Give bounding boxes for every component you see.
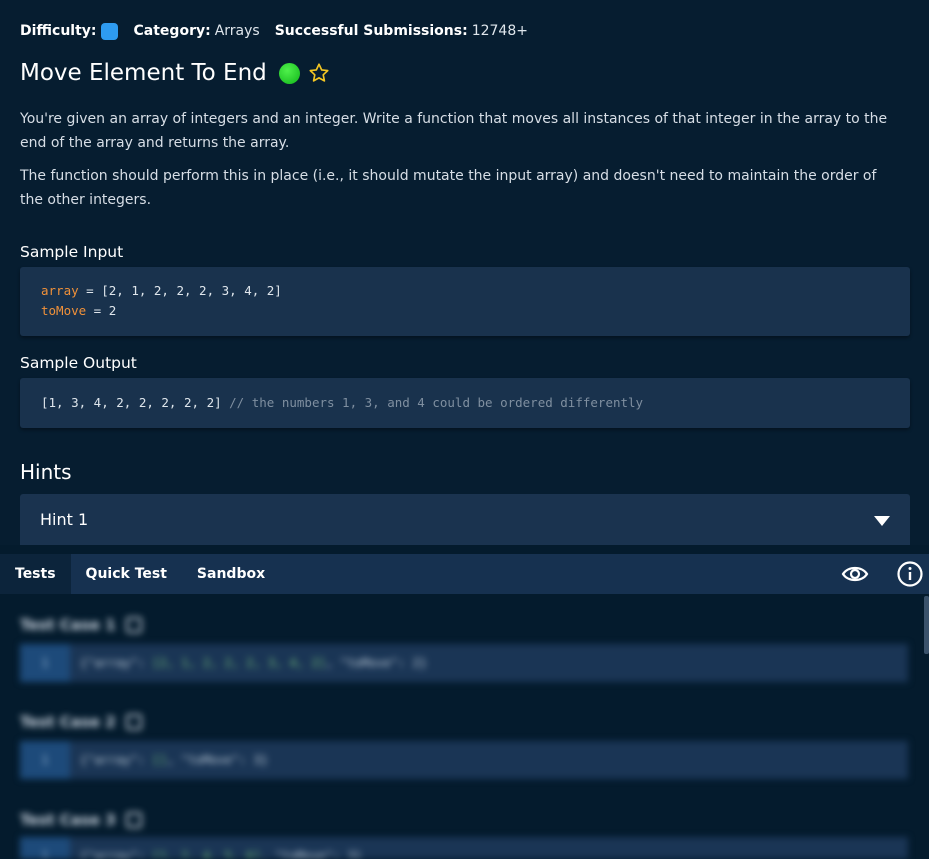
checkbox-icon xyxy=(125,812,142,828)
chevron-down-icon xyxy=(874,516,890,526)
info-icon[interactable] xyxy=(897,561,923,587)
title-row: Move Element To End xyxy=(20,60,330,86)
test-case-row: 1 {"array": [2, 1, 2, 2, 2, 3, 4, 2], "t… xyxy=(20,644,908,682)
difficulty-indicator-icon xyxy=(100,22,118,40)
problem-meta-bar: Difficulty: Category: Arrays Successful … xyxy=(20,20,543,42)
sample-input-heading: Sample Input xyxy=(20,243,124,261)
tab-tests[interactable]: Tests xyxy=(0,554,71,594)
submissions-label: Successful Submissions: xyxy=(274,23,468,39)
eye-icon[interactable] xyxy=(841,564,869,584)
difficulty-label: Difficulty: xyxy=(20,23,97,39)
test-case-title[interactable]: Test Case 2 xyxy=(20,713,142,731)
code-line: array = [2, 1, 2, 2, 2, 3, 4, 2] xyxy=(41,283,282,298)
test-case-title[interactable]: Test Case 3 xyxy=(20,811,142,829)
hints-heading: Hints xyxy=(20,460,72,484)
checkbox-icon xyxy=(125,714,142,730)
problem-description-panel: Difficulty: Category: Arrays Successful … xyxy=(0,0,929,545)
test-panel-tabbar: Tests Quick Test Sandbox xyxy=(0,554,929,594)
tab-quick-test[interactable]: Quick Test xyxy=(71,554,182,594)
code-line: toMove = 2 xyxy=(41,303,117,318)
submissions-value: 12748+ xyxy=(471,23,528,39)
star-icon[interactable] xyxy=(308,62,330,84)
test-case-title[interactable]: Test Case 1 xyxy=(20,616,142,634)
code-comment: // the numbers 1, 3, and 4 could be orde… xyxy=(229,395,644,410)
test-cases-list: Test Case 1 1 {"array": [2, 1, 2, 2, 2, … xyxy=(0,594,924,859)
sample-output-code: [1, 3, 4, 2, 2, 2, 2, 2] // the numbers … xyxy=(20,378,910,428)
hint-1-accordion[interactable]: Hint 1 xyxy=(20,494,910,545)
sample-input-code: array = [2, 1, 2, 2, 2, 3, 4, 2] toMove … xyxy=(20,267,910,336)
code-line: [1, 3, 4, 2, 2, 2, 2, 2] // the numbers … xyxy=(41,395,644,410)
description-paragraph-2: The function should perform this in plac… xyxy=(20,168,877,208)
scrollbar-thumb[interactable] xyxy=(924,596,929,654)
test-case-row: 1 {"array": [1, 2, 4, 5, 6], "toMove": 3… xyxy=(20,837,908,859)
category-label: Category: xyxy=(133,23,211,39)
tab-sandbox[interactable]: Sandbox xyxy=(182,554,280,594)
test-case-row: 1 {"array": [], "toMove": 3} xyxy=(20,741,908,779)
description-paragraph-1: You're given an array of integers and an… xyxy=(20,111,888,151)
tabbar-icons xyxy=(841,554,929,594)
checkbox-icon xyxy=(125,617,142,633)
page-title: Move Element To End xyxy=(20,60,267,86)
hint-label: Hint 1 xyxy=(40,510,89,529)
completed-dot-icon xyxy=(278,62,300,84)
sample-output-heading: Sample Output xyxy=(20,354,137,372)
category-value: Arrays xyxy=(214,23,260,39)
